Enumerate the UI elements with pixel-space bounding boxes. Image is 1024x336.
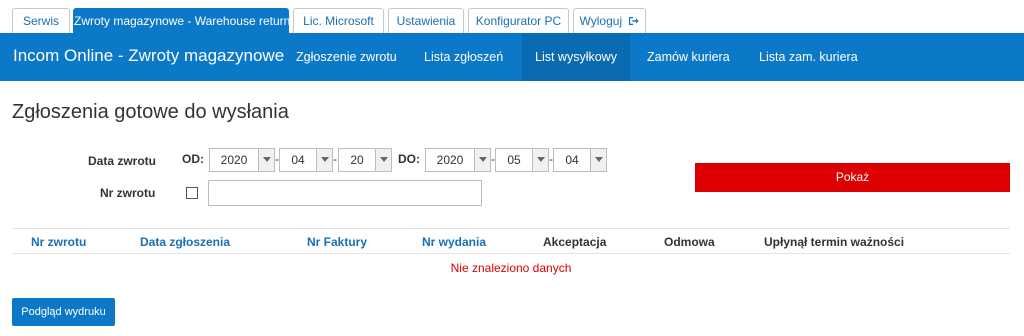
chevron-down-icon bbox=[316, 149, 332, 171]
tab-label: Wyloguj bbox=[579, 14, 623, 28]
nav-lista-zgloszen[interactable]: Lista zgłoszeń bbox=[424, 50, 503, 64]
to-year-select[interactable]: 2020 bbox=[425, 148, 491, 172]
tab-lic-microsoft[interactable]: Lic. Microsoft bbox=[293, 8, 384, 33]
chevron-down-icon bbox=[532, 149, 548, 171]
date-label: Data zwrotu bbox=[88, 154, 157, 168]
print-preview-button[interactable]: Podgląd wydruku bbox=[12, 298, 115, 326]
tab-konfigurator-pc[interactable]: Konfigurator PC bbox=[468, 8, 569, 33]
column-nr-zwrotu[interactable]: Nr zwrotu bbox=[31, 235, 86, 249]
tab-zwroty-magazynowe[interactable]: Zwroty magazynowe - Warehouse returns bbox=[73, 8, 296, 33]
to-label: DO: bbox=[398, 152, 420, 166]
column-akceptacja: Akceptacja bbox=[543, 235, 607, 249]
page-title: Zgłoszenia gotowe do wysłania bbox=[12, 101, 289, 123]
chevron-down-icon bbox=[474, 149, 490, 171]
to-month-select[interactable]: 05 bbox=[495, 148, 549, 172]
select-value: 04 bbox=[291, 153, 305, 167]
tab-label: Ustawienia bbox=[396, 14, 456, 28]
column-nr-wydania[interactable]: Nr wydania bbox=[422, 235, 486, 249]
tab-serwis[interactable]: Serwis bbox=[12, 8, 70, 33]
chevron-down-icon bbox=[590, 149, 606, 171]
show-button[interactable]: Pokaż bbox=[695, 163, 1010, 192]
select-value: 20 bbox=[350, 153, 364, 167]
return-number-label: Nr zwrotu bbox=[100, 186, 156, 200]
nav-list-wysylkowy[interactable]: List wysyłkowy bbox=[522, 33, 630, 81]
from-month-select[interactable]: 04 bbox=[279, 148, 333, 172]
logout-icon bbox=[628, 10, 640, 34]
from-year-select[interactable]: 2020 bbox=[209, 148, 275, 172]
select-value: 2020 bbox=[436, 153, 464, 167]
main-navbar: Incom Online - Zwroty magazynowe Zgłosze… bbox=[0, 33, 1024, 81]
empty-table-message: Nie znaleziono danych bbox=[450, 261, 572, 275]
column-odmowa: Odmowa bbox=[664, 235, 715, 249]
to-day-select[interactable]: 04 bbox=[553, 148, 607, 172]
select-value: 04 bbox=[565, 153, 579, 167]
tab-ustawienia[interactable]: Ustawienia bbox=[388, 8, 464, 33]
select-value: 05 bbox=[507, 153, 521, 167]
column-nr-faktury[interactable]: Nr Faktury bbox=[307, 235, 367, 249]
tab-label: Zwroty magazynowe - Warehouse returns bbox=[74, 14, 297, 28]
from-label: OD: bbox=[182, 152, 204, 166]
top-tab-strip: Serwis Zwroty magazynowe - Warehouse ret… bbox=[0, 0, 1024, 33]
chevron-down-icon bbox=[375, 149, 391, 171]
nav-lista-zam-kuriera[interactable]: Lista zam. kuriera bbox=[759, 50, 858, 64]
return-number-checkbox[interactable] bbox=[186, 187, 198, 199]
nav-zgloszenie-zwrotu[interactable]: Zgłoszenie zwrotu bbox=[296, 50, 397, 64]
results-table-header: Nr zwrotu Data zgłoszenia Nr Faktury Nr … bbox=[12, 228, 1010, 254]
chevron-down-icon bbox=[258, 149, 274, 171]
brand-title[interactable]: Incom Online - Zwroty magazynowe bbox=[13, 46, 284, 66]
from-day-select[interactable]: 20 bbox=[338, 148, 392, 172]
nav-zamow-kuriera[interactable]: Zamów kuriera bbox=[647, 50, 730, 64]
tab-label: Serwis bbox=[22, 14, 59, 28]
select-value: 2020 bbox=[220, 153, 248, 167]
return-number-input[interactable] bbox=[208, 180, 482, 206]
date-separator: - bbox=[333, 152, 337, 166]
column-uplynal-termin: Upłynął termin ważności bbox=[764, 235, 905, 249]
tab-wyloguj[interactable]: Wyloguj bbox=[573, 8, 646, 33]
tab-label: Konfigurator PC bbox=[475, 14, 562, 28]
column-data-zgloszenia[interactable]: Data zgłoszenia bbox=[140, 235, 230, 249]
tab-label: Lic. Microsoft bbox=[303, 14, 374, 28]
